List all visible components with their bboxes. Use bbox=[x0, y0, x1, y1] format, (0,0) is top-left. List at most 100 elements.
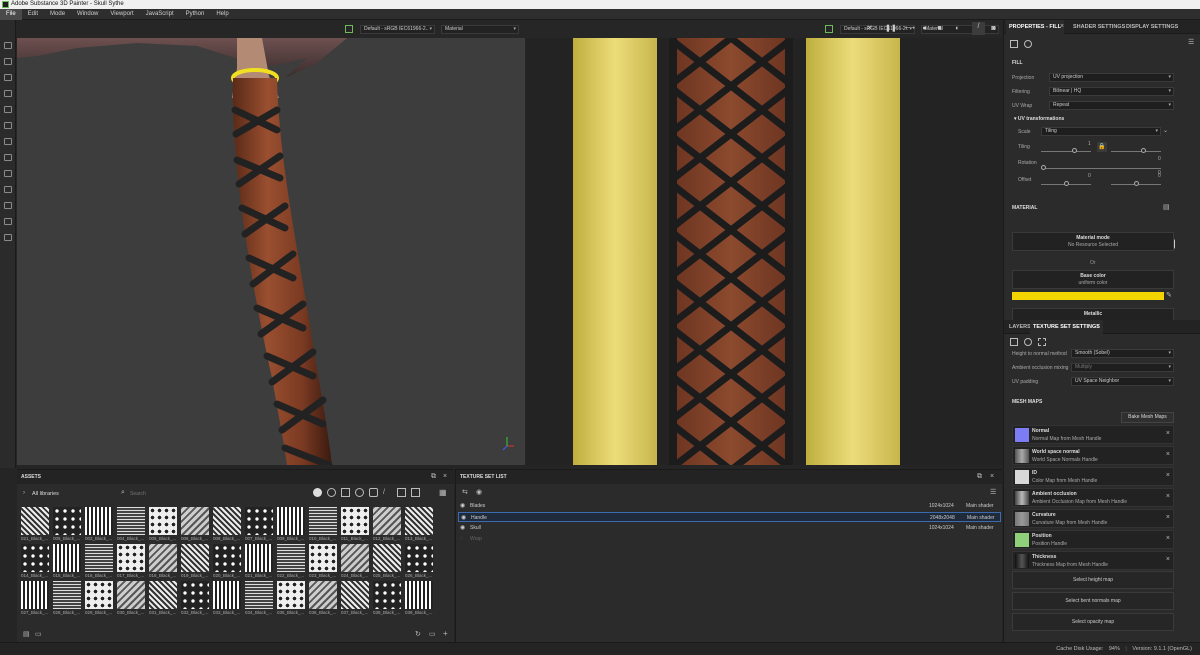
projection-icon[interactable] bbox=[4, 74, 12, 81]
rotation-slider-track[interactable] bbox=[1041, 168, 1161, 169]
close-icon[interactable]: × bbox=[1166, 556, 1170, 563]
brush-mode-icon[interactable]: / bbox=[972, 22, 985, 35]
pause-icon[interactable]: ❚❚ bbox=[885, 24, 897, 33]
mesh-map-ao[interactable]: Ambient occlusion Ambient Occlusion Map … bbox=[1012, 488, 1174, 507]
asset-thumbnail[interactable] bbox=[181, 581, 209, 609]
close-icon[interactable]: × bbox=[1166, 472, 1170, 479]
asset-thumbnail[interactable] bbox=[53, 544, 81, 572]
close-icon[interactable]: × bbox=[443, 473, 447, 480]
asset-thumbnail[interactable] bbox=[341, 544, 369, 572]
height-normal-select[interactable]: Smooth (Sobel) bbox=[1071, 349, 1174, 358]
tiling-slider-track[interactable] bbox=[1041, 151, 1091, 152]
mesh-map-position[interactable]: Position Position Handle × bbox=[1012, 530, 1174, 549]
asset-thumbnail[interactable] bbox=[277, 581, 305, 609]
asset-thumbnail[interactable] bbox=[85, 581, 113, 609]
export-icon[interactable] bbox=[4, 234, 12, 241]
asset-thumbnail[interactable] bbox=[309, 581, 337, 609]
scale-select[interactable]: Tiling bbox=[1041, 127, 1161, 136]
mesh-map-thickness[interactable]: Thickness Thickness Map from Mesh Handle… bbox=[1012, 551, 1174, 570]
menu-javascript[interactable]: JavaScript bbox=[140, 9, 180, 20]
tiling-slider-track-2[interactable] bbox=[1111, 151, 1161, 152]
asset-thumbnail[interactable] bbox=[405, 544, 433, 572]
eye-icon[interactable]: ◉ bbox=[461, 513, 466, 523]
select-bent-normals-button[interactable]: Select bent normals map bbox=[1012, 592, 1174, 610]
mesh-map-world-normal[interactable]: World space normal World Space Normals H… bbox=[1012, 446, 1174, 465]
asset-thumbnail[interactable] bbox=[85, 507, 113, 535]
assets-search-input[interactable] bbox=[130, 489, 306, 498]
menu-file[interactable]: File bbox=[0, 8, 22, 20]
tab-shader-settings[interactable]: SHADER SETTINGS bbox=[1070, 20, 1128, 34]
asset-thumbnail[interactable] bbox=[21, 507, 49, 535]
filter-material-icon[interactable] bbox=[327, 488, 336, 497]
menu-edit[interactable]: Edit bbox=[22, 9, 44, 20]
chevron-right-icon[interactable]: › bbox=[23, 490, 25, 496]
refresh-icon[interactable]: ↻ bbox=[415, 630, 421, 638]
screenshot-icon[interactable]: ◙ bbox=[989, 24, 998, 33]
mesh-map-curvature[interactable]: Curvature Curvature Map from Mesh Handle… bbox=[1012, 509, 1174, 528]
close-icon[interactable]: × bbox=[1166, 430, 1170, 437]
asset-thumbnail[interactable] bbox=[149, 507, 177, 535]
asset-thumbnail[interactable] bbox=[117, 581, 145, 609]
ao-mixing-select[interactable]: Multiply bbox=[1071, 363, 1174, 372]
close-icon[interactable]: × bbox=[1166, 535, 1170, 542]
filter-generator-icon[interactable] bbox=[369, 488, 378, 497]
close-icon[interactable]: × bbox=[1166, 451, 1170, 458]
asset-thumbnail[interactable] bbox=[85, 544, 113, 572]
hide-ui-icon[interactable]: ✕ bbox=[865, 24, 874, 33]
asset-thumbnail[interactable] bbox=[373, 544, 401, 572]
uv-icon[interactable] bbox=[1038, 338, 1046, 346]
offset-slider-knob[interactable] bbox=[1064, 181, 1069, 186]
filter-mask-icon[interactable] bbox=[355, 488, 364, 497]
filter-brush-icon[interactable]: / bbox=[383, 488, 392, 497]
asset-thumbnail[interactable] bbox=[245, 544, 273, 572]
camera-icon[interactable]: ■ bbox=[935, 24, 944, 33]
material-preset-icon[interactable]: ▤ bbox=[1163, 203, 1170, 211]
tiling-value-2[interactable]: 0 bbox=[1158, 156, 1161, 162]
asset-thumbnail[interactable] bbox=[213, 507, 241, 535]
offset-value-a[interactable]: 0 bbox=[1088, 173, 1091, 179]
menu-icon[interactable]: ☰ bbox=[990, 488, 996, 496]
tab-properties-fill[interactable]: PROPERTIES - FILL bbox=[1006, 20, 1064, 34]
menu-icon[interactable]: ☰ bbox=[1188, 38, 1194, 46]
environment-icon[interactable]: ◐ bbox=[953, 24, 962, 33]
maximize-icon[interactable]: ⧉ bbox=[977, 473, 982, 481]
uv-transformations-header[interactable]: ▾ UV transformations bbox=[1014, 116, 1064, 122]
symmetry-icon[interactable]: ⟷ bbox=[905, 24, 915, 33]
bake-mesh-maps-button[interactable]: Bake Mesh Maps bbox=[1121, 412, 1174, 423]
eye-off-icon[interactable]: ◌ bbox=[460, 534, 464, 544]
close-icon[interactable]: × bbox=[990, 473, 994, 480]
menu-help[interactable]: Help bbox=[210, 9, 234, 20]
base-color-swatch[interactable] bbox=[1012, 292, 1164, 300]
tiling-slider-knob-2[interactable] bbox=[1141, 148, 1146, 153]
texture-set-row-selected[interactable]: ◉ Handle 2048x2048 Main shader bbox=[458, 512, 1001, 522]
tiling-value[interactable]: 1 bbox=[1088, 141, 1091, 147]
menu-mode[interactable]: Mode bbox=[44, 9, 71, 20]
uvwrap-select[interactable]: Repeat bbox=[1049, 101, 1174, 110]
folder-icon[interactable]: ▭ bbox=[35, 630, 42, 638]
menu-window[interactable]: Window bbox=[71, 9, 104, 20]
polygon-fill-icon[interactable] bbox=[4, 170, 12, 177]
new-folder-icon[interactable]: ▭ bbox=[429, 630, 436, 638]
filter-all-icon[interactable] bbox=[313, 488, 322, 497]
texture-set-row[interactable]: ◉ Skull 1024x1024 Main shader bbox=[458, 523, 1001, 533]
rotation-slider-knob[interactable] bbox=[1041, 165, 1046, 170]
eraser-icon[interactable] bbox=[4, 58, 12, 65]
asset-thumbnail[interactable] bbox=[341, 581, 369, 609]
mesh-map-id[interactable]: ID Color Map from Mesh Handle × bbox=[1012, 467, 1174, 486]
add-icon[interactable]: + bbox=[443, 629, 448, 638]
all-libraries-label[interactable]: All libraries bbox=[32, 491, 59, 497]
material-sphere-icon[interactable] bbox=[1024, 40, 1032, 48]
close-icon[interactable]: × bbox=[1096, 323, 1100, 330]
asset-thumbnail[interactable] bbox=[181, 507, 209, 535]
base-color-box[interactable]: Base color uniform color bbox=[1012, 270, 1174, 289]
grid-view-icon[interactable]: ▦ bbox=[439, 488, 447, 497]
2d-uv-viewport[interactable] bbox=[526, 38, 1002, 465]
material-mode-box[interactable]: Material mode No Resource Selected bbox=[1012, 232, 1174, 251]
asset-thumbnail[interactable] bbox=[245, 581, 273, 609]
texture-set-row-disabled[interactable]: ◌ Wrap bbox=[458, 534, 1001, 544]
asset-thumbnail[interactable] bbox=[149, 581, 177, 609]
tiling-slider-knob[interactable] bbox=[1072, 148, 1077, 153]
asset-thumbnail[interactable] bbox=[373, 507, 401, 535]
eye-icon[interactable]: ◉ bbox=[460, 523, 465, 533]
asset-thumbnail[interactable] bbox=[245, 507, 273, 535]
